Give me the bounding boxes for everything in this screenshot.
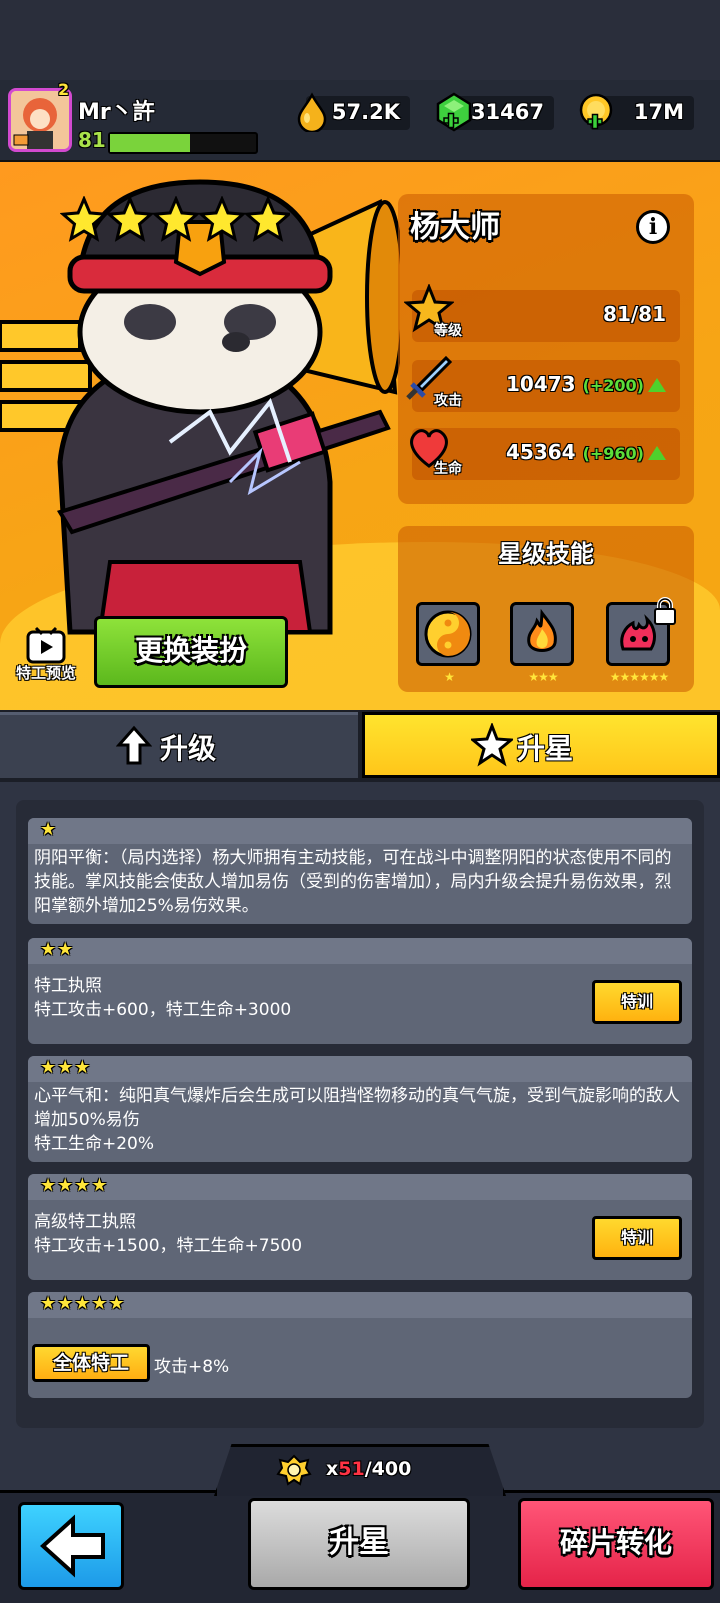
hp-bonus: (+960): [582, 444, 644, 463]
skill-fire-palm[interactable]: [510, 602, 574, 666]
fire-palm-icon: [527, 608, 557, 652]
card-bonus: 特工生命+20%: [34, 1134, 155, 1154]
shard-icon: [276, 1454, 312, 1486]
level-value: 81/81: [603, 302, 666, 326]
info-button[interactable]: i: [636, 210, 670, 244]
card-title: 高级特工执照: [34, 1212, 136, 1232]
card-header: ★★: [28, 938, 692, 964]
stat-row-attack: 攻击 10473 (+200): [406, 355, 680, 412]
hero-star-2: [105, 195, 155, 242]
skill-3-stars: ★★★★★★: [609, 670, 670, 684]
tab-star-label: 升星: [517, 732, 574, 765]
card-stars: ★★★: [40, 1057, 92, 1078]
card-title: 特工执照: [34, 976, 102, 996]
currency-energy[interactable]: 57.2K: [297, 92, 410, 132]
gems-value: 31467: [470, 100, 544, 124]
status-strip: [0, 0, 720, 80]
energy-value: 57.2K: [331, 100, 400, 124]
hero-stars-icon: [59, 195, 293, 242]
tab-upgrade[interactable]: 升级: [0, 712, 358, 778]
all-agents-bonus: 攻击+8%: [154, 1357, 230, 1377]
hp-label: 生命: [434, 461, 462, 477]
player-level: 81: [78, 128, 106, 152]
currency-coins[interactable]: 17M: [579, 93, 694, 130]
shard-count: x51/400: [326, 1458, 412, 1480]
card-description: 心平气和：纯阳真气爆炸后会生成可以阻挡怪物移动的真气气旋，受到气旋影响的敌人增加…: [34, 1086, 680, 1130]
shard-current: 51: [338, 1458, 365, 1480]
shard-convert-button[interactable]: 碎片转化: [518, 1498, 714, 1590]
hero-star-1: [59, 195, 109, 242]
star-card-3: ★★★ 心平气和：纯阳真气爆炸后会生成可以阻挡怪物移动的真气气旋，受到气旋影响的…: [28, 1056, 692, 1162]
star-card-2: ★★ 特工执照 特工攻击+600，特工生命+3000 特训: [28, 938, 692, 1044]
star-outline-icon: [471, 723, 513, 767]
skill-2-stars: ★★★: [528, 670, 558, 684]
avatar-portrait-icon: [11, 91, 69, 149]
star-card-4: ★★★★ 高级特工执照 特工攻击+1500，特工生命+7500 特训: [28, 1174, 692, 1280]
train-button-1[interactable]: 特训: [592, 980, 682, 1024]
card-stars: ★★★★: [40, 1175, 109, 1196]
drop-icon: [297, 92, 327, 132]
attack-bonus: (+200): [582, 376, 644, 395]
tab-star[interactable]: 升星: [362, 712, 720, 778]
card-stars: ★★: [40, 939, 75, 960]
train-button-2[interactable]: 特训: [592, 1216, 682, 1260]
card-header: ★★★★: [28, 1174, 692, 1200]
xp-bar: [108, 132, 258, 154]
agent-preview-label: 特工预览: [15, 664, 76, 682]
card-header: ★: [28, 818, 692, 844]
xp-bar-fill: [110, 134, 191, 152]
star-skills-title: 星级技能: [498, 540, 594, 568]
card-header: ★★★: [28, 1056, 692, 1082]
hp-up-arrow-icon: [648, 446, 666, 460]
attack-value: 10473 (+200): [506, 372, 666, 396]
skill-yin-yang[interactable]: [416, 602, 480, 666]
stat-row-hp: 生命 45364 (+960): [410, 428, 680, 480]
card-bonus: 特工攻击+1500，特工生命+7500: [34, 1236, 303, 1256]
attack-label: 攻击: [434, 393, 462, 409]
hero-star-3: [151, 195, 201, 242]
avatar-badge: 2: [58, 80, 70, 99]
upstar-button[interactable]: 升星: [248, 1498, 470, 1590]
yin-yang-icon: [424, 610, 472, 658]
card-stars: ★★★★★: [40, 1293, 126, 1314]
player-name: Mr丶許: [78, 100, 155, 125]
change-outfit-button[interactable]: 更换装扮: [94, 616, 288, 688]
coin-plus-icon: [579, 93, 613, 130]
hero-star-5: [243, 195, 293, 242]
tab-upgrade-label: 升级: [160, 732, 217, 765]
star-card-1: ★ 阴阳平衡：（局内选择）杨大师拥有主动技能，可在战斗中调整阴阳的状态使用不同的…: [28, 818, 692, 924]
attack-up-arrow-icon: [648, 378, 666, 392]
lock-icon: [654, 597, 676, 625]
currency-gems[interactable]: 31467: [436, 92, 554, 132]
hero-name: 杨大师: [410, 210, 500, 245]
up-arrow-icon: [116, 725, 152, 765]
all-agents-badge: 全体特工: [32, 1344, 150, 1382]
stat-row-level: 等级 81/81: [404, 284, 680, 342]
back-button[interactable]: [18, 1502, 124, 1590]
back-arrow-icon: [40, 1514, 105, 1578]
skill-1-stars: ★: [444, 670, 455, 684]
coins-value: 17M: [633, 100, 684, 124]
hero-star-4: [197, 195, 247, 242]
card-description: 阴阳平衡：（局内选择）杨大师拥有主动技能，可在战斗中调整阴阳的状态使用不同的技能…: [34, 848, 672, 916]
card-header: ★★★★★: [28, 1292, 692, 1318]
hp-value: 45364 (+960): [506, 440, 666, 464]
hero-star-rating: [59, 195, 293, 248]
card-stars: ★: [40, 819, 58, 840]
card-bonus: 特工攻击+600，特工生命+3000: [34, 1000, 292, 1020]
level-label: 等级: [434, 323, 462, 339]
gem-plus-icon: [436, 92, 472, 132]
